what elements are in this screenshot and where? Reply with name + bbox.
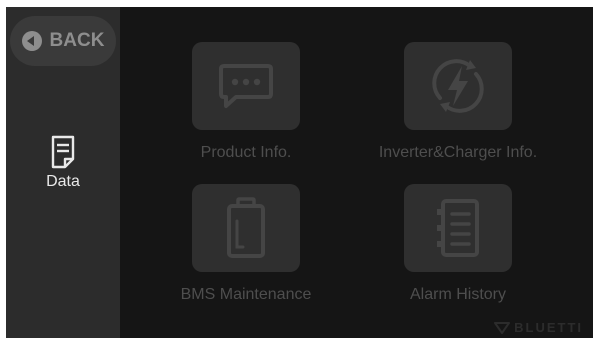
list-document-icon (437, 199, 479, 257)
lightning-cycle-icon (432, 59, 484, 113)
brand-name: BLUETTI (514, 320, 583, 335)
product-info-icon-box (192, 42, 300, 130)
sidebar: BACK Data (6, 7, 120, 338)
alarm-history-tile[interactable]: Alarm History (358, 184, 558, 304)
data-document-icon (51, 135, 75, 169)
bluetti-v-logo-icon (494, 321, 511, 334)
sidebar-item-label: Data (46, 173, 80, 190)
battery-icon (227, 197, 265, 258)
product-info-tile[interactable]: Product Info. (146, 42, 346, 162)
bms-maintenance-tile[interactable]: BMS Maintenance (146, 184, 346, 304)
bms-maintenance-label: BMS Maintenance (180, 286, 312, 303)
alarm-history-icon-box (404, 184, 512, 272)
back-button[interactable]: BACK (10, 16, 116, 66)
device-screen: BACK Data Product Info. Inverter&Charger… (6, 7, 593, 338)
back-arrow-icon (21, 31, 42, 51)
back-button-label: BACK (49, 30, 105, 51)
sidebar-item-data[interactable]: Data (6, 135, 120, 191)
bms-maintenance-icon-box (192, 184, 300, 272)
alarm-history-label: Alarm History (409, 286, 506, 303)
inverter-charger-info-label: Inverter&Charger Info. (378, 144, 538, 161)
chat-bubble-icon (219, 64, 273, 108)
product-info-label: Product Info. (200, 144, 292, 161)
inverter-charger-icon-box (404, 42, 512, 130)
brand-logo: BLUETTI (494, 320, 583, 335)
inverter-charger-info-tile[interactable]: Inverter&Charger Info. (358, 42, 558, 162)
